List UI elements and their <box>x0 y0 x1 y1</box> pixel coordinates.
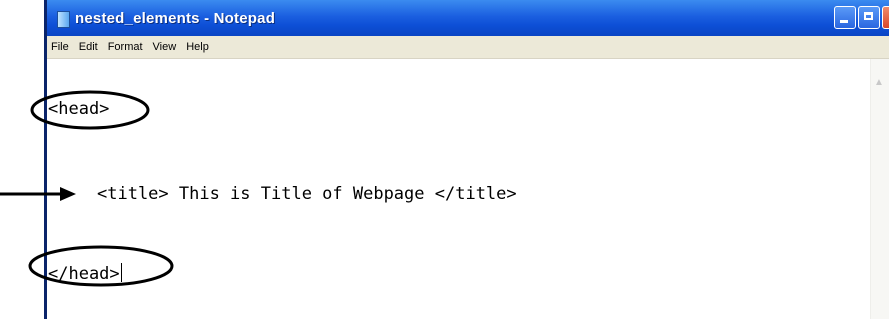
text-cursor <box>120 263 122 282</box>
vertical-scrollbar[interactable]: ▲ <box>870 59 889 319</box>
window-title: nested_elements - Notepad <box>75 10 276 27</box>
menu-help[interactable]: Help <box>181 36 214 58</box>
menu-view[interactable]: View <box>148 36 182 58</box>
code-line-head-open: <head> <box>48 99 110 119</box>
title-bar[interactable]: nested_elements - Notepad <box>47 0 889 36</box>
scroll-up-arrow-icon[interactable]: ▲ <box>873 77 885 89</box>
close-button[interactable] <box>882 6 889 29</box>
menu-format[interactable]: Format <box>103 36 148 58</box>
minimize-button[interactable] <box>834 6 856 29</box>
code-line-head-close: </head> <box>48 263 122 285</box>
notepad-window: nested_elements - Notepad FileEditFormat… <box>44 0 889 319</box>
menu-bar: File Edit Format View Help <box>47 36 889 59</box>
notepad-icon[interactable] <box>57 11 70 28</box>
code-line-title: <title> This is Title of Webpage </title… <box>97 184 517 204</box>
menu-file[interactable]: File <box>47 36 74 58</box>
code-line-head-close-text: </head> <box>48 264 120 284</box>
maximize-button[interactable] <box>858 6 880 29</box>
menu-edit[interactable]: Edit <box>74 36 103 58</box>
text-editor-area[interactable]: <head> <title> This is Title of Webpage … <box>47 59 889 319</box>
